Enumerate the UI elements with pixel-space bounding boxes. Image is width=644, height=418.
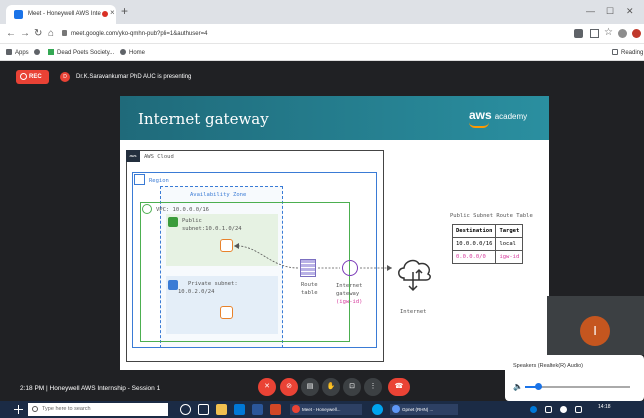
- task-view-icon[interactable]: [198, 404, 209, 415]
- extension-icon[interactable]: [590, 29, 599, 38]
- browser-tab[interactable]: Meet - Honeywell AWS Inte ×: [6, 5, 116, 24]
- taskbar-app-gpnet[interactable]: Gpnet (RHN) ...: [390, 404, 458, 415]
- address-bar: ← → ↻ ⌂ meet.google.com/yko-qmhn-pub?pli…: [0, 24, 644, 44]
- home-bookmark-icon: [120, 49, 126, 55]
- bookmarks-bar: Apps Dead Poets Society... Home Reading: [0, 44, 644, 61]
- igw-label-3: (igw-id): [336, 299, 363, 305]
- route-table: Destination Target 10.0.0.0/16 local 0.0…: [451, 224, 524, 264]
- chrome-icon: [292, 405, 300, 413]
- tray-wifi-icon[interactable]: [575, 406, 582, 413]
- search-icon: [32, 406, 38, 412]
- taskbar-search-input[interactable]: Type here to search: [28, 403, 168, 416]
- camera-icon[interactable]: [574, 29, 583, 38]
- windows-start-icon[interactable]: [14, 405, 23, 414]
- puzzle-icon[interactable]: [618, 29, 627, 38]
- powerpoint-icon[interactable]: [270, 404, 281, 415]
- audio-device-label: Speakers (Realtek(R) Audio): [513, 363, 584, 369]
- star-icon[interactable]: ☆: [604, 27, 613, 38]
- store-icon[interactable]: [234, 404, 245, 415]
- presenter-text: Dr.K.Saravankumar PhD AUC is presenting: [76, 74, 192, 80]
- presenter-avatar: D: [60, 72, 70, 82]
- meeting-info: 2:18 PM | Honeywell AWS Internship - Ses…: [20, 385, 161, 392]
- reload-icon[interactable]: ↻: [34, 28, 42, 39]
- reading-list-icon: [612, 49, 618, 55]
- browser-tab-bar: Meet - Honeywell AWS Inte × + — ☐ ✕: [0, 0, 644, 24]
- igw-label-1: Internet: [336, 283, 363, 289]
- camera-off-button[interactable]: ⊘: [280, 378, 298, 396]
- raise-hand-button[interactable]: ✋: [322, 378, 340, 396]
- profile-avatar[interactable]: [632, 29, 641, 38]
- igw-label-2: gateway: [336, 291, 360, 297]
- minimize-icon[interactable]: —: [586, 6, 595, 16]
- taskbar-app-meet[interactable]: Meet - Honeywell...: [290, 404, 362, 415]
- recording-dot-icon: [102, 11, 108, 17]
- tray-network-icon[interactable]: [530, 406, 537, 413]
- url-text: meet.google.com/yko-qmhn-pub?pli=1&authu…: [71, 31, 208, 37]
- maximize-icon[interactable]: ☐: [606, 6, 614, 17]
- meet-favicon-icon: [14, 10, 23, 19]
- edge-icon[interactable]: [372, 404, 383, 415]
- rec-badge: REC: [16, 70, 49, 84]
- home-icon[interactable]: ⌂: [48, 28, 54, 39]
- route-table-label-2: table: [301, 290, 318, 296]
- presenter-banner: D Dr.K.Saravankumar PhD AUC is presentin…: [56, 70, 191, 84]
- close-window-icon[interactable]: ✕: [626, 6, 634, 17]
- present-button[interactable]: ⊡: [343, 378, 361, 396]
- cortana-icon[interactable]: [180, 404, 191, 415]
- tab-title: Meet - Honeywell AWS Inte: [28, 11, 101, 17]
- taskbar-clock[interactable]: 14:18: [598, 404, 611, 410]
- route-table-label-1: Route: [301, 282, 318, 288]
- url-field[interactable]: meet.google.com/yko-qmhn-pub?pli=1&authu…: [62, 30, 207, 37]
- gpnet-icon: [392, 405, 400, 413]
- speaker-icon[interactable]: 🔈: [513, 382, 523, 391]
- audio-output-popup: Speakers (Realtek(R) Audio) 🔈: [505, 355, 644, 401]
- tray-volume-icon[interactable]: [560, 406, 567, 413]
- word-icon[interactable]: [252, 404, 263, 415]
- meet-stage: REC D Dr.K.Saravankumar PhD AUC is prese…: [0, 61, 644, 401]
- more-options-button[interactable]: ⋮: [364, 378, 382, 396]
- forward-icon[interactable]: →: [20, 28, 30, 39]
- mic-off-button[interactable]: ✕: [258, 378, 276, 396]
- reading-list[interactable]: Reading: [612, 49, 643, 56]
- presentation-slide: Internet gateway aws academy aws AWS Clou…: [120, 96, 549, 370]
- route-table-title: Public Subnet Route Table: [450, 213, 533, 219]
- participant-avatar: I: [580, 316, 610, 346]
- table-row: 10.0.0.0/16 local: [451, 237, 524, 251]
- back-icon[interactable]: ←: [6, 28, 16, 39]
- tray-battery-icon[interactable]: [545, 406, 552, 413]
- bookmark-home[interactable]: Home: [120, 49, 145, 56]
- table-header: Destination: [451, 224, 497, 238]
- record-icon: [20, 73, 27, 80]
- volume-slider-handle[interactable]: [534, 383, 542, 390]
- play-icon: [48, 49, 54, 55]
- apps-grid-icon: [6, 49, 12, 55]
- globe-icon: [34, 49, 40, 55]
- route-table-icon: [300, 259, 316, 277]
- leave-call-button[interactable]: ☎: [388, 378, 410, 396]
- windows-taskbar: Type here to search Meet - Honeywell... …: [0, 401, 644, 418]
- captions-button[interactable]: ▤: [301, 378, 319, 396]
- internet-cloud-icon: [398, 259, 431, 292]
- new-tab-button[interactable]: +: [121, 4, 128, 18]
- bookmark-dead-poets[interactable]: Dead Poets Society...: [48, 49, 114, 56]
- table-header: Target: [495, 224, 524, 238]
- internet-gateway-icon: [342, 260, 358, 276]
- internet-label: Internet: [400, 309, 427, 315]
- close-tab-icon[interactable]: ×: [110, 8, 115, 17]
- meeting-time: 2:18 PM: [20, 385, 45, 392]
- bookmark-apps[interactable]: Apps: [6, 49, 29, 56]
- lock-icon: [62, 30, 67, 36]
- table-row: 0.0.0.0/0 igw-id: [451, 250, 524, 264]
- meeting-title: Honeywell AWS Internship - Session 1: [49, 385, 161, 392]
- file-explorer-icon[interactable]: [216, 404, 227, 415]
- bookmark-globe[interactable]: [34, 49, 43, 56]
